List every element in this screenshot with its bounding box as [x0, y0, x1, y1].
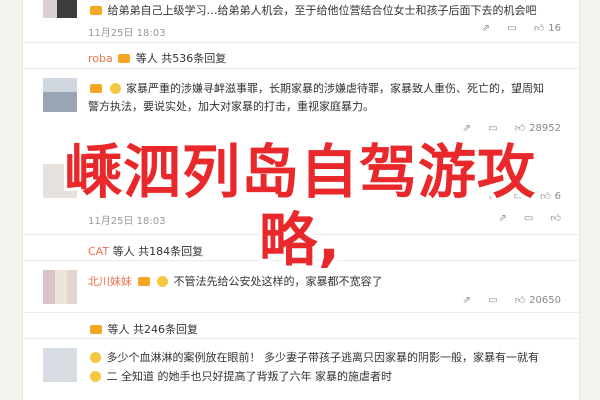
avatar[interactable]	[43, 0, 77, 34]
comment-icon[interactable]: ▭	[488, 123, 497, 134]
vip-icon	[90, 84, 102, 93]
like-count: 16	[548, 23, 561, 34]
page-title-overlay: 嵊泗列岛自驾游攻 略,	[0, 138, 600, 274]
share-icon[interactable]: ⇗	[482, 23, 490, 34]
comment-subtext: 警方执法，要说实处，加大对家暴的打击，重视家庭暴力。	[88, 100, 374, 113]
comment-icon[interactable]: ▭	[507, 23, 516, 34]
avatar[interactable]	[43, 78, 77, 112]
like-count: 28952	[529, 123, 561, 134]
comment-time: 11月25日 18:03	[88, 28, 166, 39]
like-icon[interactable]: 👍︎	[515, 122, 525, 134]
comment-user[interactable]: 北川妹妹	[88, 275, 132, 288]
comment-actions: ⇗ ▭ 👍︎ 16	[468, 22, 561, 34]
avatar[interactable]	[43, 348, 77, 382]
reply-summary[interactable]: roba 等人 共536条回复	[88, 50, 226, 66]
comment-subtext: 二 全知道 的她手也只好提高了背叛了六年 家暴的施虐者时	[88, 368, 392, 384]
comment-text: 给弟弟自己上级学习…给弟弟人机会，至于给他位营结合位女士和孩子后面下去的机会吧	[88, 2, 537, 18]
vip-icon	[137, 277, 150, 286]
like-icon[interactable]: 👍︎	[515, 294, 525, 306]
vip-icon	[118, 54, 131, 63]
divider	[23, 338, 579, 339]
comment-text: 北川妹妹 不管法先给公安处这样的，家暴都不宽容了	[88, 275, 383, 288]
emoji-icon	[157, 276, 168, 287]
title-line-2: 略,	[258, 206, 342, 274]
comment-icon[interactable]: ▭	[488, 295, 497, 306]
emoji-icon	[109, 83, 121, 94]
comment-actions: ⇗ ▭ 👍︎ 28952	[449, 122, 561, 134]
divider	[23, 42, 579, 43]
title-line-1: 嵊泗列岛自驾游攻	[63, 138, 536, 206]
like-count: 20650	[529, 295, 561, 306]
like-icon[interactable]: 👍︎	[534, 22, 544, 34]
screenshot-frame: 给弟弟自己上级学习…给弟弟人机会，至于给他位营结合位女士和孩子后面下去的机会吧 …	[0, 0, 600, 400]
share-icon[interactable]: ⇗	[463, 123, 471, 134]
divider	[23, 312, 579, 313]
emoji-icon	[90, 352, 101, 363]
reply-summary[interactable]: 等人 共246条回复	[88, 321, 198, 337]
comment-text: 家暴严重的涉嫌寻衅滋事罪，长期家暴的涉嫌虐待罪，家暴致人重伤、死亡的，望周知	[88, 80, 544, 96]
comment-text: 多少个血淋淋的案例放在眼前！ 多少妻子带孩子逃离只因家暴的阴影一般，家暴有一就有	[88, 349, 539, 365]
divider	[23, 68, 579, 69]
vip-icon	[90, 6, 102, 15]
avatar[interactable]	[43, 270, 77, 304]
comment-actions: ⇗ ▭ 👍︎ 20650	[449, 294, 561, 306]
share-icon[interactable]: ⇗	[463, 295, 471, 306]
reply-user[interactable]: roba	[88, 52, 113, 65]
emoji-icon	[90, 371, 101, 382]
vip-icon	[90, 325, 102, 334]
